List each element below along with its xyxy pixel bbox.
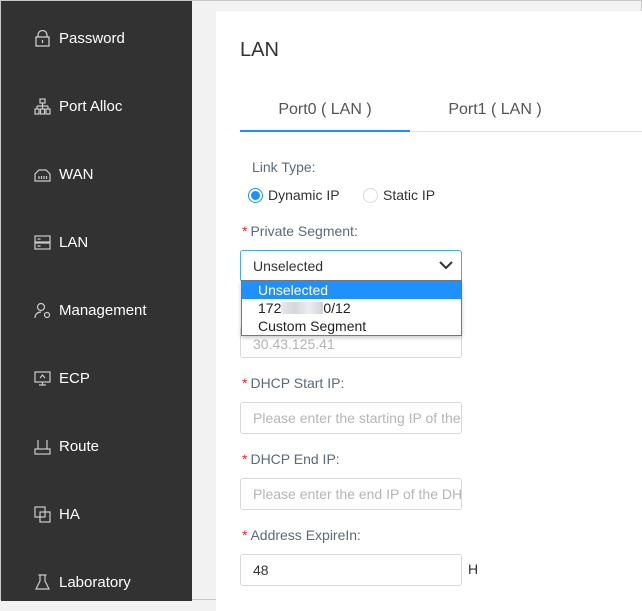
sidebar-item-password[interactable]: Password xyxy=(34,28,125,48)
monitor-icon xyxy=(34,370,51,386)
router-icon xyxy=(34,439,51,455)
radio-static-ip[interactable]: Static IP xyxy=(363,187,435,203)
ethernet-port-icon xyxy=(34,168,51,182)
server-icon xyxy=(34,234,51,250)
lan-panel: LAN Port0 ( LAN ) Port1 ( LAN ) Link Typ… xyxy=(216,11,642,611)
private-segment-select[interactable]: Unselected xyxy=(240,250,462,282)
dhcp-start-label: * DHCP Start IP: xyxy=(242,375,345,391)
port-tabs: Port0 ( LAN ) Port1 ( LAN ) xyxy=(240,97,642,132)
tab-port0[interactable]: Port0 ( LAN ) xyxy=(240,97,410,132)
private-segment-dropdown: Unselected 172 0/12 Custom Segment xyxy=(241,280,462,336)
dhcp-start-input[interactable]: Please enter the starting IP of the DHCP xyxy=(240,402,462,434)
flask-icon xyxy=(35,573,50,590)
sidebar-item-lan[interactable]: LAN xyxy=(34,232,88,252)
radio-checked-icon xyxy=(248,187,263,203)
sidebar-item-route[interactable]: Route xyxy=(34,436,99,456)
address-expire-label: * Address ExpireIn: xyxy=(242,527,361,543)
option-custom-segment[interactable]: Custom Segment xyxy=(242,317,461,335)
network-icon xyxy=(34,97,51,115)
sidebar-item-port-alloc[interactable]: Port Alloc xyxy=(34,96,122,116)
redacted-block xyxy=(281,302,324,314)
radio-dynamic-ip[interactable]: Dynamic IP xyxy=(248,187,340,203)
sidebar-item-wan[interactable]: WAN xyxy=(34,164,93,184)
option-unselected[interactable]: Unselected xyxy=(242,281,461,299)
private-segment-label: * Private Segment: xyxy=(242,223,358,239)
option-segment-172[interactable]: 172 0/12 xyxy=(242,299,461,317)
page-title: LAN xyxy=(240,39,279,61)
chevron-down-icon xyxy=(439,261,453,270)
dhcp-end-input[interactable]: Please enter the end IP of the DHCP xyxy=(240,478,462,510)
expire-unit: H xyxy=(468,561,479,577)
sidebar-item-management[interactable]: Management xyxy=(34,300,147,320)
sidebar-item-laboratory[interactable]: Laboratory xyxy=(34,572,131,592)
link-type-label: Link Type: xyxy=(252,159,316,175)
user-gear-icon xyxy=(34,302,51,318)
copy-icon xyxy=(34,505,51,523)
lock-icon xyxy=(35,29,50,47)
sidebar: Password Port Alloc WAN LAN Management E… xyxy=(1,1,192,601)
dhcp-end-label: * DHCP End IP: xyxy=(242,451,340,467)
sidebar-item-ha[interactable]: HA xyxy=(34,504,80,524)
tab-port1[interactable]: Port1 ( LAN ) xyxy=(410,97,580,132)
radio-unchecked-icon xyxy=(363,187,378,203)
address-expire-input[interactable]: 48 xyxy=(240,554,462,586)
sidebar-item-ecp[interactable]: ECP xyxy=(34,368,90,388)
